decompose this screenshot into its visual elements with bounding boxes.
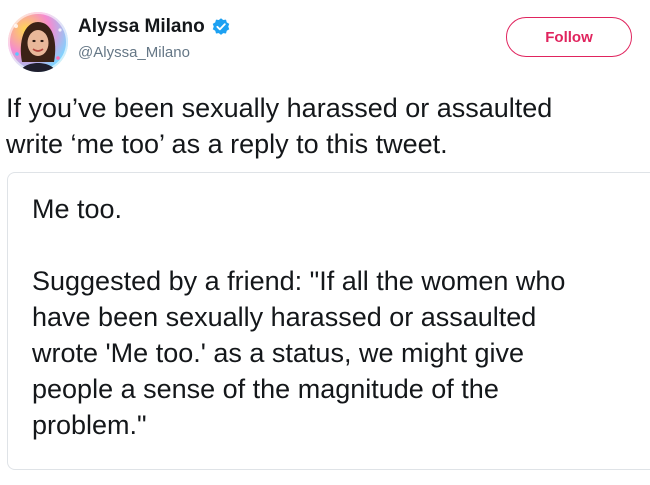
- follow-button[interactable]: Follow: [506, 17, 632, 57]
- display-name[interactable]: Alyssa Milano: [78, 16, 205, 38]
- attached-image-body: Suggested by a friend: "If all the women…: [32, 266, 566, 440]
- tweet-text: If you’ve been sexually harassed or assa…: [6, 93, 553, 159]
- user-handle[interactable]: @Alyssa_Milano: [78, 44, 231, 61]
- user-info: Alyssa Milano @Alyssa_Milano: [78, 14, 231, 74]
- name-row: Alyssa Milano: [78, 14, 231, 40]
- verified-badge-icon: [211, 17, 231, 37]
- avatar-portrait: [14, 22, 62, 72]
- attached-image-text: Me too. Suggested by a friend: "If all t…: [32, 191, 644, 443]
- attached-image-card[interactable]: Me too. Suggested by a friend: "If all t…: [7, 172, 650, 470]
- avatar[interactable]: [8, 12, 68, 72]
- tweet: Alyssa Milano @Alyssa_Milano Follow If y…: [0, 0, 650, 485]
- tweet-header: Alyssa Milano @Alyssa_Milano Follow: [8, 12, 640, 74]
- attached-image-line1: Me too.: [32, 194, 123, 224]
